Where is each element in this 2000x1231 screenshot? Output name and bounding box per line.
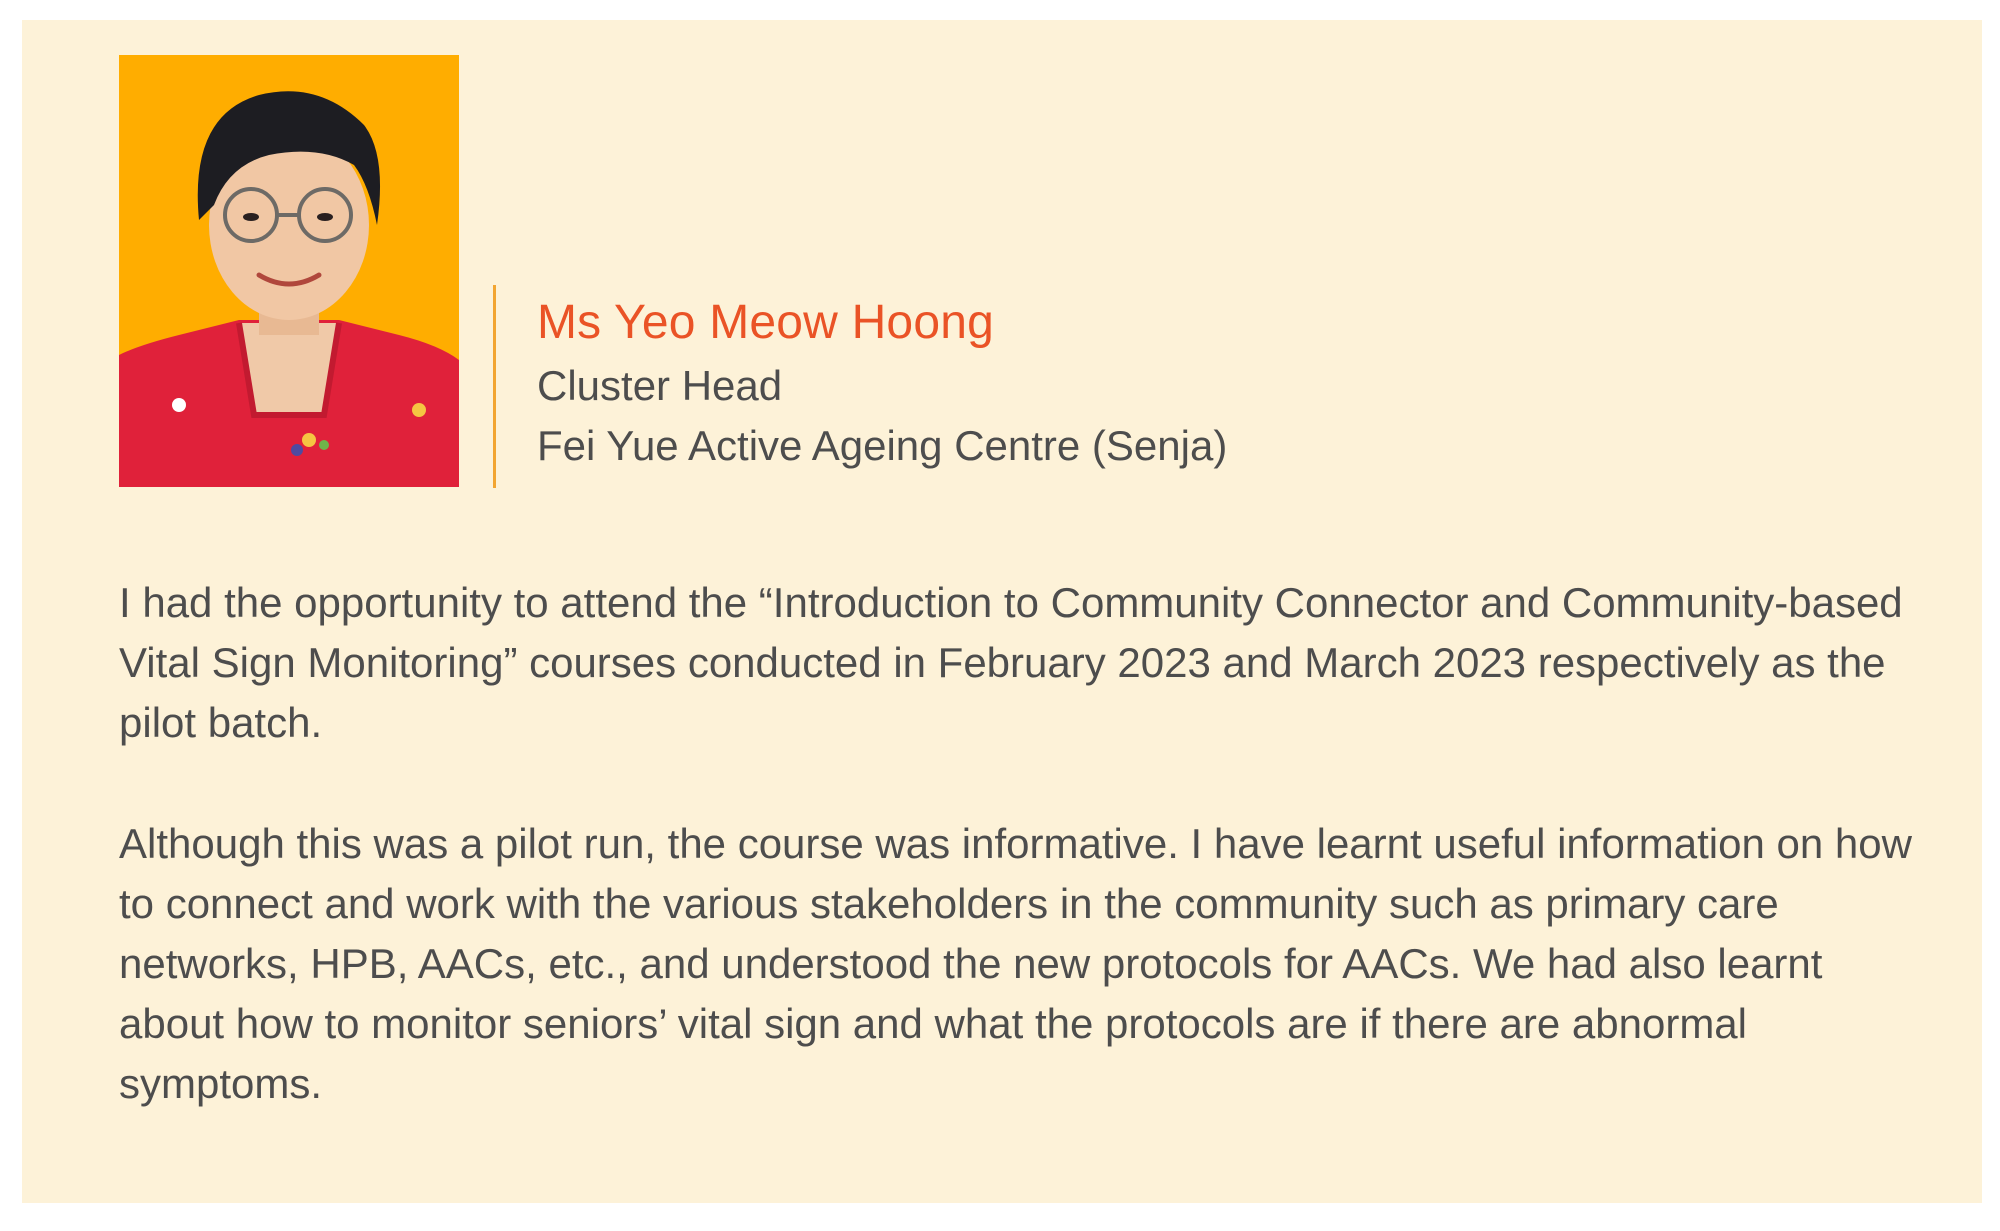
testimonial-card: Ms Yeo Meow Hoong Cluster Head Fei Yue A…: [22, 20, 1982, 1203]
accent-divider: [493, 285, 496, 488]
portrait-photo: [119, 55, 459, 487]
person-role: Cluster Head: [537, 362, 783, 409]
person-organisation: Fei Yue Active Ageing Centre (Senja): [537, 422, 1228, 469]
testimonial-paragraph-2: Although this was a pilot run, the cours…: [119, 820, 1912, 1107]
person-name: Ms Yeo Meow Hoong: [537, 296, 995, 349]
testimonial-paragraph-1: I had the opportunity to attend the “Int…: [119, 579, 1903, 746]
portrait-illustration: [119, 55, 459, 487]
